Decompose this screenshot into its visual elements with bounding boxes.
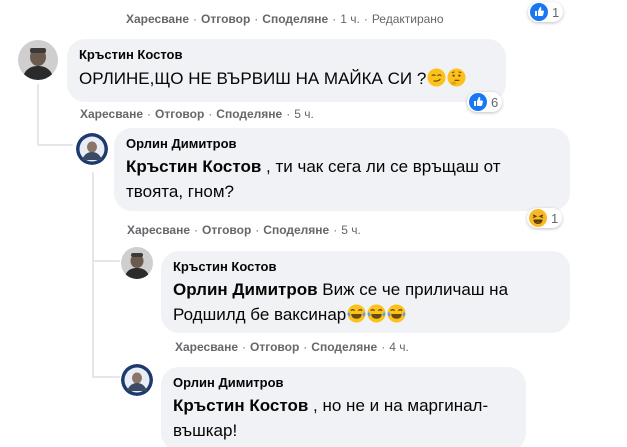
comment-text-line: Родшилд бе ваксинар xyxy=(173,305,347,324)
mention-link[interactable]: Кръстин Костов xyxy=(173,396,308,415)
comment-text: въшкар! xyxy=(173,418,514,443)
thinking-emoji xyxy=(447,68,466,87)
like-button[interactable]: Харесване xyxy=(127,223,190,237)
comment-text-body: ОРЛИНЕ,ЩО НЕ ВЪРВИШ НА МАЙКА СИ ? xyxy=(79,69,427,88)
comment-actions: Харесване · Отговор · Споделяне · 5 ч. xyxy=(127,223,361,237)
thread-line xyxy=(92,262,94,378)
like-icon xyxy=(469,93,487,111)
comment-bubble: Кръстин Костов Орлин Димитров Виж се че … xyxy=(161,251,570,333)
reply-button[interactable]: Отговор xyxy=(201,12,250,26)
reaction-count: 1 xyxy=(551,210,559,226)
reaction-summary[interactable]: 1 xyxy=(527,208,563,228)
comment-time[interactable]: 1 ч. xyxy=(340,12,360,26)
reaction-count: 1 xyxy=(552,4,560,20)
smirk-emoji xyxy=(427,68,446,87)
comment-text-line: твоята, гном? xyxy=(126,182,234,201)
reply-button[interactable]: Отговор xyxy=(155,107,204,121)
comment-author[interactable]: Кръстин Костов xyxy=(173,259,558,275)
comment-text: ОРЛИНЕ,ЩО НЕ ВЪРВИШ НА МАЙКА СИ ? xyxy=(79,66,494,91)
tears-of-joy-emoji xyxy=(367,304,386,323)
like-button[interactable]: Харесване xyxy=(126,12,189,26)
comment-text: твоята, гном? xyxy=(126,179,558,204)
comment-text: Родшилд бе ваксинар xyxy=(173,302,558,327)
avatar[interactable] xyxy=(121,247,153,279)
share-button[interactable]: Споделяне xyxy=(311,340,377,354)
avatar[interactable] xyxy=(76,133,108,165)
comment-author[interactable]: Орлин Димитров xyxy=(173,375,514,391)
comment-author[interactable]: Кръстин Костов xyxy=(79,47,494,63)
share-button[interactable]: Споделяне xyxy=(262,12,328,26)
comment-text: Кръстин Костов , но не и на маргинал- xyxy=(173,393,514,418)
comment-time[interactable]: 4 ч. xyxy=(389,340,409,354)
comment-text-line: Виж се че приличаш на xyxy=(322,280,509,299)
comment-time[interactable]: 5 ч. xyxy=(294,107,314,121)
comment-text-line: , но не и на маргинал- xyxy=(313,396,489,415)
thread-line xyxy=(37,84,39,146)
comment-actions: Харесване · Отговор · Споделяне · 5 ч. xyxy=(80,107,314,121)
reaction-summary[interactable]: 6 xyxy=(467,92,503,112)
comment-bubble: Орлин Димитров Кръстин Костов , но не и … xyxy=(161,367,526,447)
reply-button[interactable]: Отговор xyxy=(250,340,299,354)
tears-of-joy-emoji xyxy=(387,304,406,323)
avatar[interactable] xyxy=(18,40,58,80)
top-comment-actions: Харесване · Отговор · Споделяне · 1 ч. · Редакти… xyxy=(126,12,444,26)
comment-actions: Харесване · Отговор · Споделяне · 4 ч. xyxy=(175,340,409,354)
comment-bubble: Кръстин Костов ОРЛИНЕ,ЩО НЕ ВЪРВИШ НА МА… xyxy=(67,39,506,102)
tears-of-joy-emoji xyxy=(347,304,366,323)
reaction-count: 6 xyxy=(491,94,499,110)
thread-line xyxy=(92,172,94,262)
comment-text-line: въшкар! xyxy=(173,421,238,440)
like-icon xyxy=(530,3,548,21)
thread-connector xyxy=(37,144,73,146)
comment-text-line: , ти чак сега ли се връщаш от xyxy=(266,157,501,176)
comment-text: Кръстин Костов , ти чак сега ли се връща… xyxy=(126,154,558,179)
reply-button[interactable]: Отговор xyxy=(202,223,251,237)
reaction-summary[interactable]: 1 xyxy=(528,2,564,22)
comment-bubble: Орлин Димитров Кръстин Костов , ти чак с… xyxy=(114,128,570,211)
share-button[interactable]: Споделяне xyxy=(216,107,282,121)
like-button[interactable]: Харесване xyxy=(175,340,238,354)
edited-label[interactable]: Редактирано xyxy=(372,12,444,26)
mention-link[interactable]: Орлин Димитров xyxy=(173,280,318,299)
thread-connector xyxy=(92,260,120,262)
haha-icon xyxy=(529,209,547,227)
avatar[interactable] xyxy=(121,364,153,396)
mention-link[interactable]: Кръстин Костов xyxy=(126,157,261,176)
comment-author[interactable]: Орлин Димитров xyxy=(126,136,558,152)
comment-text: Орлин Димитров Виж се че приличаш на xyxy=(173,277,558,302)
share-button[interactable]: Споделяне xyxy=(263,223,329,237)
comment-time[interactable]: 5 ч. xyxy=(341,223,361,237)
thread-connector xyxy=(92,376,120,378)
like-button[interactable]: Харесване xyxy=(80,107,143,121)
